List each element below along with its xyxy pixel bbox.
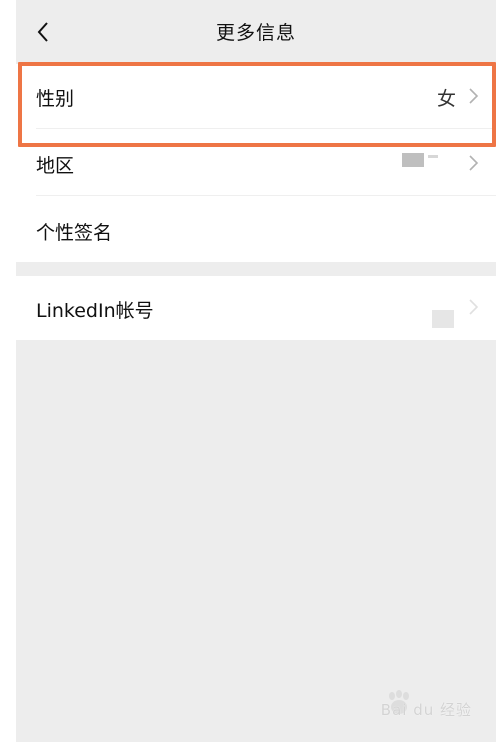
row-signature[interactable]: 个性签名 (16, 196, 496, 301)
row-region-label: 地区 (36, 155, 75, 177)
chevron-right-icon (469, 155, 479, 171)
row-gender[interactable]: 性别 女 (16, 64, 496, 128)
row-linkedin[interactable]: LinkedIn帐号 (16, 276, 496, 340)
chevron-right-icon (469, 88, 479, 104)
region-value-redacted-fragment (428, 155, 438, 158)
row-region[interactable]: 地区 (16, 129, 496, 195)
info-group-secondary: LinkedIn帐号 (16, 276, 496, 340)
more-info-page: 更多信息 性别 女 地区 个性签名 LinkedIn帐号 Bai du 经验 (16, 0, 496, 742)
nav-bar: 更多信息 (16, 0, 496, 64)
row-signature-label: 个性签名 (36, 222, 113, 244)
row-gender-value: 女 (436, 88, 456, 110)
region-value-redacted (402, 153, 424, 167)
linkedin-value-redacted (432, 310, 454, 328)
row-gender-label: 性别 (36, 88, 75, 110)
watermark: Bai du 经验 (380, 701, 472, 719)
chevron-right-icon (469, 299, 479, 315)
page-title: 更多信息 (215, 22, 296, 44)
row-linkedin-label: LinkedIn帐号 (36, 300, 154, 322)
info-group-primary: 性别 女 地区 个性签名 (16, 64, 496, 301)
